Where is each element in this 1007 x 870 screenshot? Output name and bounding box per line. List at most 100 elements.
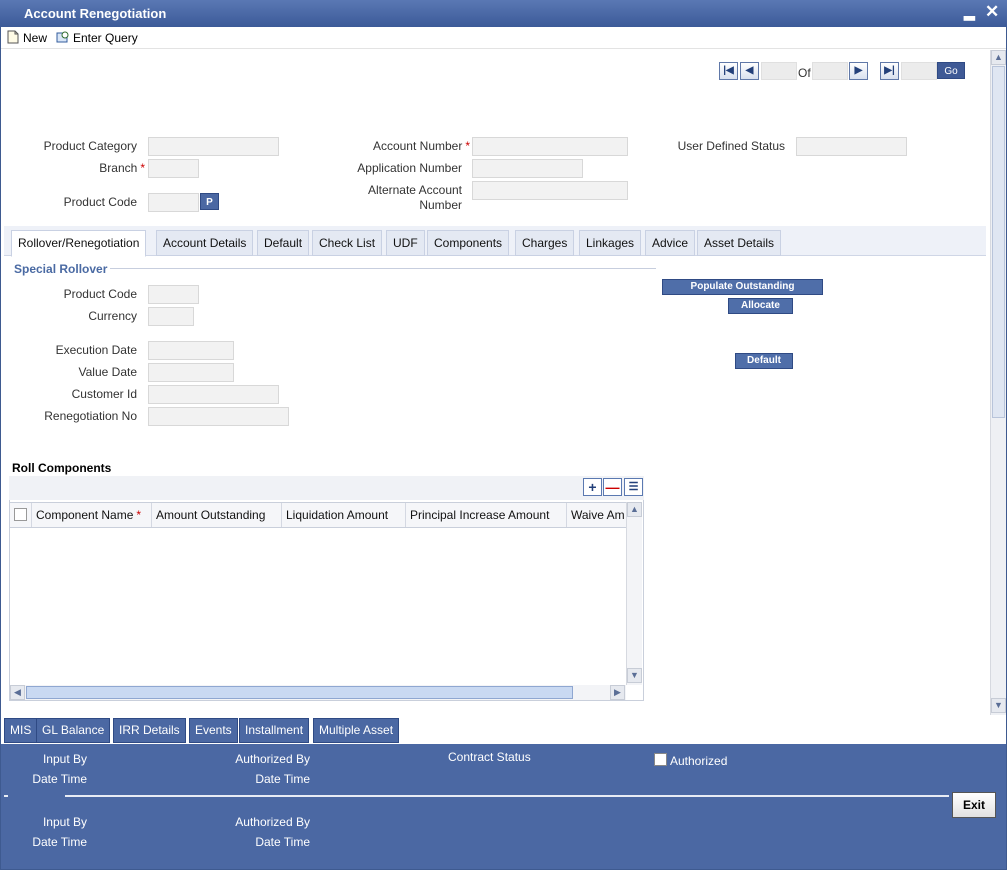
- scroll-down-icon[interactable]: ▼: [627, 668, 642, 683]
- product-code-label: Product Code: [63, 195, 137, 209]
- sr-product-code-label: Product Code: [63, 287, 137, 301]
- column-waive-amount[interactable]: Waive Am: [567, 503, 626, 527]
- branch-label: Branch *: [99, 161, 145, 175]
- authorized-by-label-2: Authorized By: [235, 815, 310, 829]
- multiple-asset-button[interactable]: Multiple Asset: [313, 718, 400, 743]
- populate-outstanding-button[interactable]: Populate Outstanding: [662, 279, 823, 295]
- execution-date-field[interactable]: [148, 341, 234, 360]
- select-all-cell: [10, 503, 32, 527]
- exit-button[interactable]: Exit: [952, 792, 996, 818]
- contract-status-label: Contract Status: [448, 750, 531, 764]
- column-liquidation-amount[interactable]: Liquidation Amount: [282, 503, 406, 527]
- tab-asset-details[interactable]: Asset Details: [697, 230, 782, 256]
- product-category-field[interactable]: [148, 137, 279, 156]
- product-code-field[interactable]: [148, 193, 199, 212]
- new-button[interactable]: New: [6, 30, 47, 45]
- alternate-account-number-label-line2: Number: [419, 198, 462, 212]
- currency-label: Currency: [88, 309, 137, 323]
- allocate-button[interactable]: Allocate: [728, 298, 793, 314]
- customer-id-field[interactable]: [148, 385, 279, 404]
- authorized-checkbox[interactable]: [654, 753, 667, 766]
- required-marker: *: [136, 508, 142, 522]
- main-scroll-up-icon[interactable]: ▲: [991, 50, 1006, 65]
- total-records-field[interactable]: [812, 62, 848, 80]
- special-rollover-title: Special Rollover: [14, 262, 108, 276]
- renegotiation-no-label: Renegotiation No: [44, 409, 137, 423]
- current-record-field[interactable]: [761, 62, 797, 80]
- footer-divider-left: [4, 795, 8, 797]
- previous-record-icon[interactable]: ◀: [740, 62, 759, 80]
- scroll-thumb[interactable]: [26, 686, 573, 699]
- value-date-label: Value Date: [78, 365, 137, 379]
- required-marker: *: [465, 139, 470, 153]
- scroll-up-icon[interactable]: ▲: [627, 502, 642, 517]
- application-number-field[interactable]: [472, 159, 583, 178]
- close-icon[interactable]: ✕: [985, 2, 999, 22]
- authorized-checkbox-label: Authorized: [670, 754, 728, 768]
- section-divider: [110, 268, 656, 269]
- next-record-icon[interactable]: ▶: [849, 62, 868, 80]
- tab-check-list[interactable]: Check List: [312, 230, 383, 256]
- tab-account-details[interactable]: Account Details: [156, 230, 254, 256]
- sr-product-code-field[interactable]: [148, 285, 199, 304]
- tab-udf[interactable]: UDF: [386, 230, 425, 256]
- mis-button[interactable]: MIS: [4, 718, 38, 743]
- authorized-date-time-label: Date Time: [255, 772, 310, 786]
- scroll-right-icon[interactable]: ▶: [610, 685, 625, 700]
- execution-date-label: Execution Date: [55, 343, 137, 357]
- goto-record-field[interactable]: [901, 62, 937, 80]
- last-record-icon[interactable]: ▶|: [880, 62, 899, 80]
- toolbar: New Enter Query: [1, 27, 1006, 49]
- title-bar: Account Renegotiation ▂ ✕: [0, 0, 1007, 27]
- tab-linkages[interactable]: Linkages: [579, 230, 642, 256]
- select-all-checkbox[interactable]: [14, 508, 27, 521]
- new-label: New: [23, 31, 48, 45]
- delete-row-icon[interactable]: —: [603, 478, 622, 496]
- value-date-field[interactable]: [148, 363, 234, 382]
- column-amount-outstanding[interactable]: Amount Outstanding: [152, 503, 282, 527]
- application-number-label: Application Number: [357, 161, 462, 175]
- renegotiation-no-field[interactable]: [148, 407, 289, 426]
- product-code-lookup-button[interactable]: P: [200, 193, 219, 210]
- default-button[interactable]: Default: [735, 353, 793, 369]
- add-row-icon[interactable]: +: [583, 478, 602, 496]
- alternate-account-number-field[interactable]: [472, 181, 628, 200]
- first-record-icon[interactable]: |◀: [719, 62, 738, 80]
- column-component-name[interactable]: Component Name *: [32, 503, 152, 527]
- enter-query-label: Enter Query: [73, 31, 138, 45]
- gl-balance-button[interactable]: GL Balance: [36, 718, 111, 743]
- minimize-icon[interactable]: ▂: [964, 4, 975, 21]
- enter-query-button[interactable]: Enter Query: [56, 30, 138, 45]
- date-time-label: Date Time: [32, 772, 87, 786]
- branch-field[interactable]: [148, 159, 199, 178]
- query-icon: [56, 31, 69, 43]
- events-button[interactable]: Events: [189, 718, 238, 743]
- tab-components[interactable]: Components: [427, 230, 510, 256]
- tab-default[interactable]: Default: [257, 230, 310, 256]
- grid-vertical-scrollbar[interactable]: ▲ ▼: [626, 502, 642, 685]
- single-view-icon[interactable]: ☰: [624, 478, 643, 496]
- input-by-label-2: Input By: [42, 815, 87, 829]
- irr-details-button[interactable]: IRR Details: [113, 718, 186, 743]
- product-category-label: Product Category: [43, 139, 137, 153]
- main-scroll-thumb[interactable]: [992, 66, 1005, 418]
- installment-button[interactable]: Installment: [239, 718, 310, 743]
- tab-advice[interactable]: Advice: [645, 230, 696, 256]
- authorized-by-label: Authorized By: [235, 752, 310, 766]
- grid-toolbar: [9, 476, 644, 500]
- main-vertical-scrollbar[interactable]: ▲ ▼: [990, 50, 1006, 715]
- scroll-left-icon[interactable]: ◀: [10, 685, 25, 700]
- currency-field[interactable]: [148, 307, 194, 326]
- footer-divider: [65, 795, 949, 797]
- grid-horizontal-scrollbar[interactable]: ◀ ▶: [10, 685, 626, 700]
- grid-header: Component Name * Amount Outstanding Liqui…: [10, 502, 626, 528]
- column-principal-increase-amount[interactable]: Principal Increase Amount: [406, 503, 567, 527]
- roll-components-title: Roll Components: [12, 461, 112, 475]
- go-button[interactable]: Go: [937, 62, 965, 79]
- main-scroll-down-icon[interactable]: ▼: [991, 698, 1006, 713]
- required-marker: *: [140, 161, 145, 175]
- user-defined-status-field[interactable]: [796, 137, 907, 156]
- tab-charges[interactable]: Charges: [515, 230, 575, 256]
- tab-rollover-renegotiation[interactable]: Rollover/Renegotiation: [11, 230, 147, 257]
- account-number-field[interactable]: [472, 137, 628, 156]
